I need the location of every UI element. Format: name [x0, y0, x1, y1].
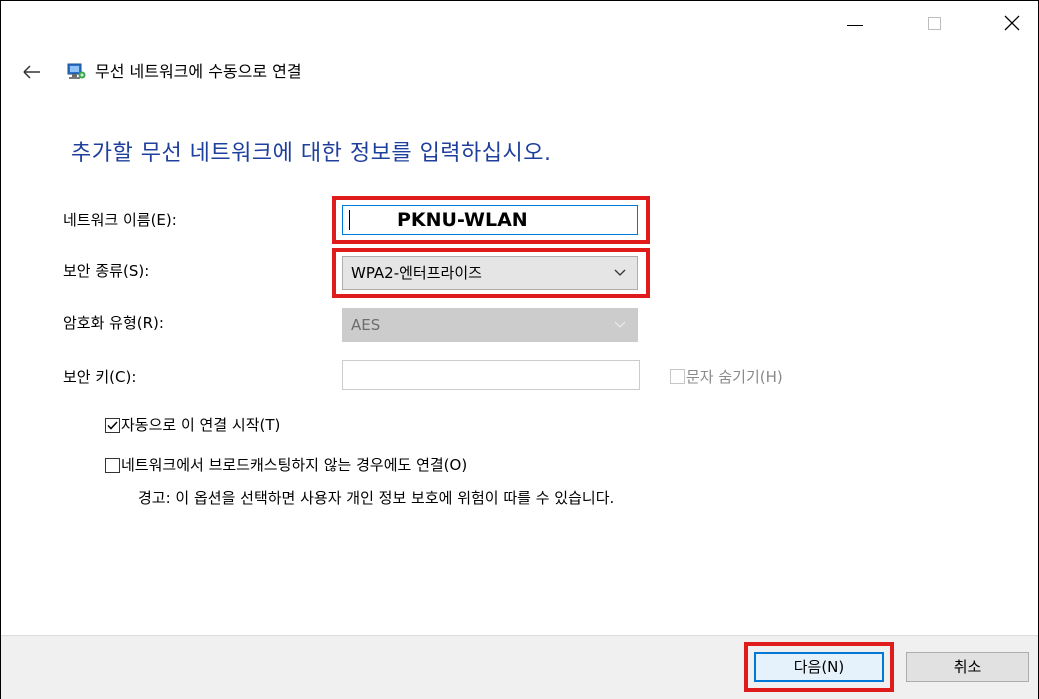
minimize-icon: [847, 24, 863, 26]
security-key-label: 보안 키(C):: [63, 368, 137, 386]
highlight-next-button: [744, 642, 894, 692]
hide-characters-checkbox[interactable]: [670, 369, 685, 384]
dialog-window: 무선 네트워크에 수동으로 연결 추가할 무선 네트워크에 대한 정보를 입력하…: [0, 0, 1039, 699]
hide-characters-label: 문자 숨기기(H): [686, 368, 783, 386]
cancel-button[interactable]: 취소: [906, 652, 1029, 682]
close-icon: [1004, 15, 1020, 31]
chevron-down-icon: [614, 321, 626, 328]
network-icon: [67, 63, 86, 79]
encryption-type-select: AES: [342, 308, 638, 342]
checkmark-icon: [107, 421, 118, 430]
window-title: 무선 네트워크에 수동으로 연결: [95, 62, 302, 81]
maximize-button[interactable]: [911, 7, 957, 39]
encryption-type-value: AES: [351, 316, 381, 334]
encryption-type-label: 암호화 유형(R):: [63, 314, 164, 332]
close-button[interactable]: [989, 7, 1035, 39]
highlight-network-name: [332, 196, 650, 244]
auto-connect-label: 자동으로 이 연결 시작(T): [121, 416, 281, 434]
security-key-input[interactable]: [342, 360, 640, 390]
page-heading: 추가할 무선 네트워크에 대한 정보를 입력하십시오.: [71, 141, 552, 166]
network-name-label: 네트워크 이름(E):: [63, 211, 177, 229]
maximize-icon: [927, 16, 941, 30]
highlight-security-type: [332, 248, 650, 298]
privacy-warning: 경고: 이 옵션을 선택하면 사용자 개인 정보 보호에 위험이 따를 수 있습…: [138, 489, 615, 507]
minimize-button[interactable]: [832, 7, 878, 39]
security-type-label: 보안 종류(S):: [63, 262, 150, 280]
connect-hidden-label: 네트워크에서 브로드캐스팅하지 않는 경우에도 연결(O): [121, 456, 468, 474]
connect-hidden-checkbox[interactable]: [105, 458, 120, 473]
back-arrow-icon[interactable]: [21, 61, 43, 83]
auto-connect-checkbox[interactable]: [105, 418, 120, 433]
